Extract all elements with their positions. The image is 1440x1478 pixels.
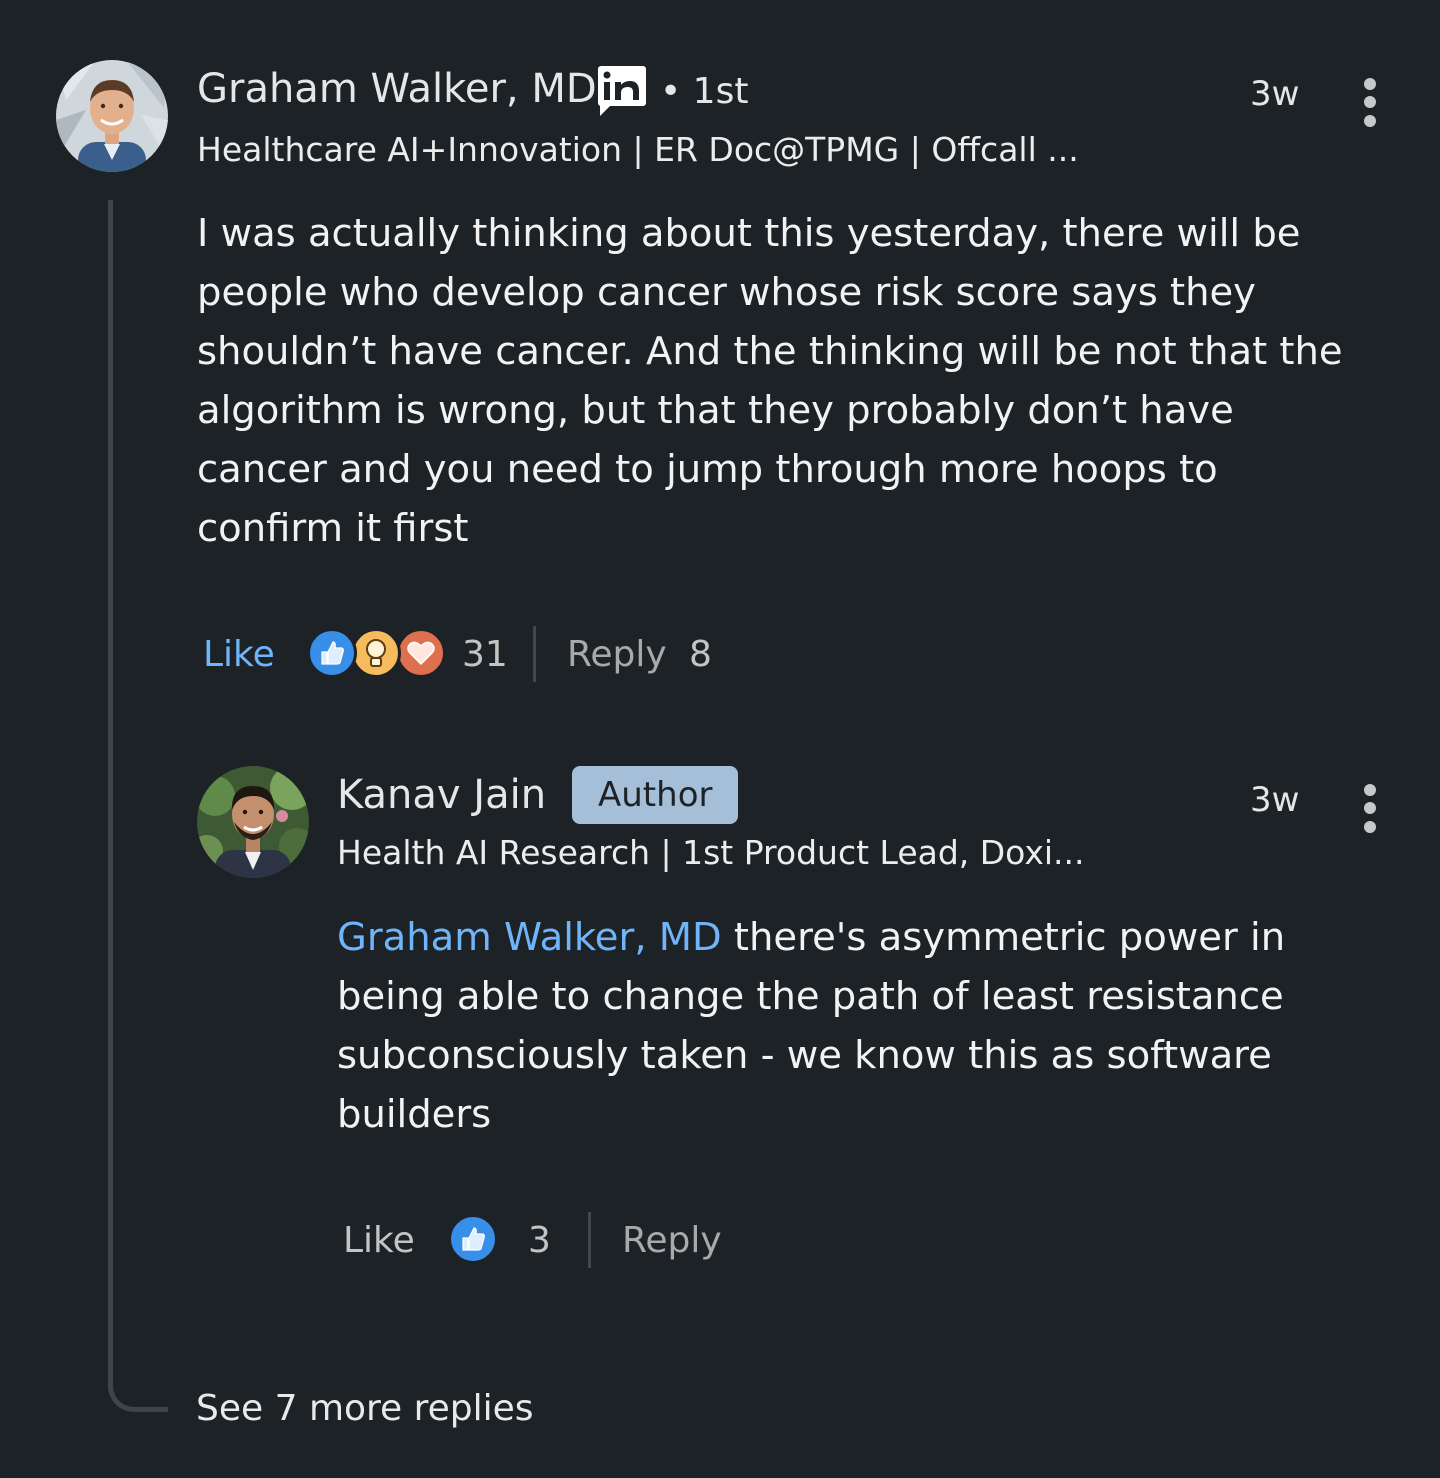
reaction-count[interactable]: 31 <box>462 634 508 675</box>
connection-degree: • 1st <box>660 71 749 112</box>
reply-button[interactable]: Reply <box>567 634 667 675</box>
comment-timestamp: 3w <box>1250 74 1300 114</box>
author-badge: Author <box>572 766 739 824</box>
linkedin-icon <box>598 66 646 116</box>
mention-link[interactable]: Graham Walker, MD <box>337 915 722 960</box>
comments-section: Graham Walker, MD • 1st 3w Healthcare AI… <box>0 0 1440 1478</box>
reply-text: Graham Walker, MD there's asymmetric pow… <box>337 908 1397 1144</box>
like-button[interactable]: Like <box>203 634 275 675</box>
commenter-headline: Healthcare AI+Innovation | ER Doc@TPMG |… <box>197 130 1079 169</box>
see-more-replies-link[interactable]: See 7 more replies <box>196 1388 534 1429</box>
like-button[interactable]: Like <box>343 1220 415 1261</box>
action-divider <box>533 626 536 682</box>
more-vertical-icon[interactable] <box>1360 784 1380 834</box>
comment-text: I was actually thinking about this yeste… <box>197 211 1343 551</box>
avatar[interactable] <box>56 60 168 172</box>
reply-button[interactable]: Reply <box>622 1220 722 1261</box>
insightful-reaction-icon <box>351 628 401 678</box>
reply-timestamp: 3w <box>1250 780 1300 820</box>
avatar[interactable] <box>197 766 309 878</box>
love-reaction-icon <box>396 628 446 678</box>
action-divider <box>588 1212 591 1268</box>
commenter-name[interactable]: Graham Walker, MD <box>197 66 597 112</box>
like-reaction-icon <box>448 1214 498 1264</box>
thread-connector-line <box>108 200 168 1412</box>
like-reaction-icon <box>307 628 357 678</box>
replier-headline: Health AI Research | 1st Product Lead, D… <box>337 833 1085 872</box>
reply-count[interactable]: 8 <box>689 634 712 675</box>
more-vertical-icon[interactable] <box>1360 78 1380 128</box>
replier-name[interactable]: Kanav Jain <box>337 772 546 818</box>
reaction-count[interactable]: 3 <box>528 1220 551 1261</box>
